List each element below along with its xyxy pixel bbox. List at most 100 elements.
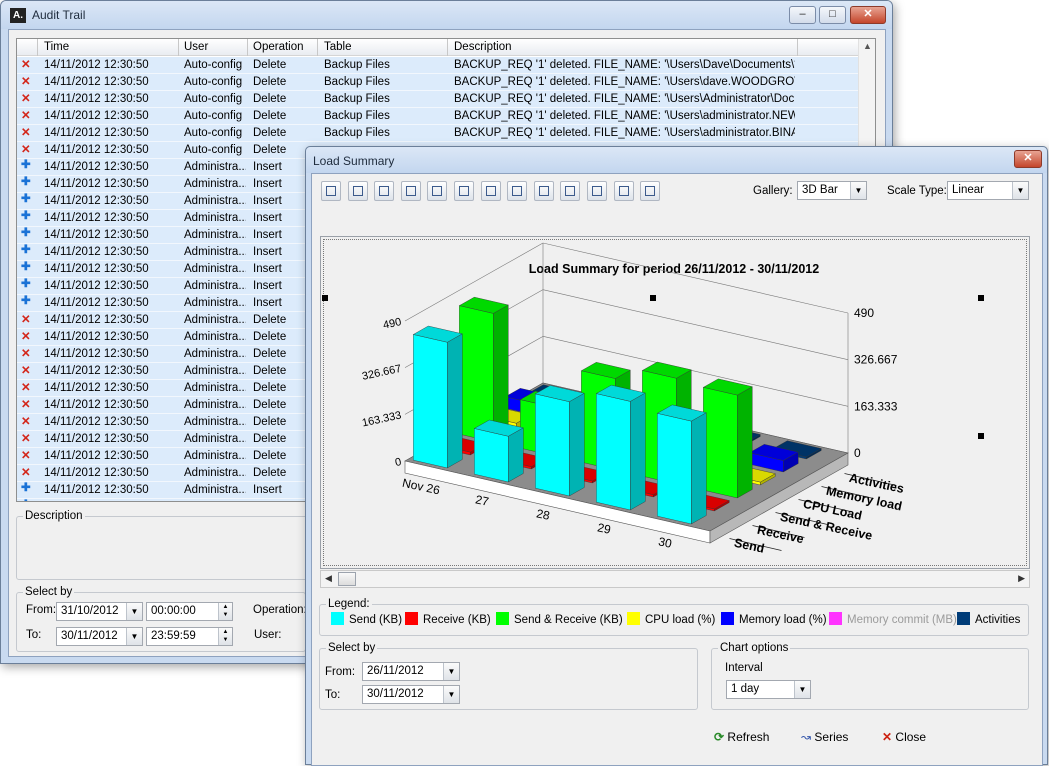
cell-table: Backup Files — [324, 110, 390, 122]
close-button[interactable]: ✕ Close — [882, 730, 926, 744]
chevron-down-icon[interactable]: ▼ — [443, 686, 459, 703]
cell-time: 14/11/2012 12:30:50 — [44, 382, 149, 394]
line-chart-icon: ↝ — [801, 730, 812, 744]
axis-icon[interactable] — [533, 181, 554, 201]
column-header-time[interactable]: Time — [44, 41, 69, 53]
load-to-date-picker[interactable]: 30/11/2012 ▼ — [362, 685, 460, 704]
glasses-icon[interactable] — [374, 181, 395, 201]
column-header-operation[interactable]: Operation — [253, 41, 304, 53]
close-label: Close — [895, 730, 927, 744]
interval-label: Interval — [725, 662, 763, 674]
insert-plus-icon: ✚ — [21, 227, 31, 239]
operation-label: Operation: — [253, 604, 307, 616]
chevron-down-icon[interactable]: ▼ — [443, 663, 459, 680]
table-row[interactable]: ✕ 14/11/2012 12:30:50 Auto-config Delete Bac… — [17, 91, 859, 108]
legend-text: Activities — [975, 614, 1021, 626]
cell-description: BACKUP_REQ '1' deleted. FILE_NAME: '\Use… — [454, 59, 795, 71]
audit-to-date-value: 30/11/2012 — [61, 630, 118, 642]
table-row[interactable]: ✕ 14/11/2012 12:30:50 Auto-config Delete Bac… — [17, 74, 859, 91]
maximize-button[interactable]: □ — [819, 6, 846, 24]
audit-to-time-input[interactable]: 23:59:59 ▲ ▼ — [146, 627, 233, 646]
cell-user: Auto-config — [184, 144, 243, 156]
legend-item[interactable]: Receive (KB) — [405, 612, 491, 626]
table-row[interactable]: ✕ 14/11/2012 12:30:50 Auto-config Delete Bac… — [17, 108, 859, 125]
series-button[interactable]: ↝ Series — [801, 730, 848, 744]
legend-item[interactable]: Send (KB) — [331, 612, 402, 626]
load-from-date-picker[interactable]: 26/11/2012 ▼ — [362, 662, 460, 681]
scroll-thumb[interactable] — [338, 572, 356, 586]
table-row[interactable]: ✕ 14/11/2012 12:30:50 Auto-config Delete Bac… — [17, 125, 859, 142]
close-window-button[interactable]: ✕ — [850, 6, 886, 24]
line-chart-icon[interactable] — [613, 181, 634, 201]
legend-item[interactable]: Send & Receive (KB) — [496, 612, 623, 626]
audit-titlebar[interactable]: A. Audit Trail – □ ✕ — [1, 1, 892, 29]
insert-plus-icon: ✚ — [21, 278, 31, 290]
scroll-left-icon[interactable]: ◀ — [325, 573, 332, 584]
bar-send-0 — [412, 325, 463, 469]
interval-select[interactable]: 1 day ▼ — [726, 680, 811, 699]
cell-user: Administra... — [184, 433, 246, 445]
load-from-date-value: 26/11/2012 — [367, 665, 424, 677]
chevron-down-icon[interactable]: ▼ — [850, 182, 866, 199]
properties-icon[interactable] — [640, 181, 661, 201]
insert-plus-icon: ✚ — [21, 210, 31, 222]
column-header-user[interactable]: User — [184, 41, 208, 53]
legend-item[interactable]: Activities — [957, 612, 1020, 626]
scroll-right-icon[interactable]: ▶ — [1018, 573, 1025, 584]
refresh-icon: ⟳ — [714, 730, 725, 744]
vertical-grid-icon[interactable] — [480, 181, 501, 201]
delete-x-icon: ✕ — [21, 110, 31, 122]
y-tick-label: 0 — [394, 456, 402, 469]
insert-plus-icon: ✚ — [21, 193, 31, 205]
cell-time: 14/11/2012 12:30:50 — [44, 229, 149, 241]
spinner-icon[interactable]: ▲ ▼ — [218, 628, 232, 645]
chevron-down-icon[interactable]: ▼ — [126, 603, 142, 620]
delete-x-icon: ✕ — [21, 93, 31, 105]
bar-send-receive-0 — [458, 296, 509, 443]
audit-to-date-picker[interactable]: 30/11/2012 ▼ — [56, 627, 143, 646]
cell-user: Administra... — [184, 331, 246, 343]
scale-type-select[interactable]: Linear ▼ — [947, 181, 1029, 200]
cell-table: Backup Files — [324, 76, 390, 88]
zoom-icon[interactable] — [400, 181, 421, 201]
y-tick-label-right: 490 — [854, 306, 874, 320]
print-icon[interactable] — [347, 181, 368, 201]
chart-area[interactable]: Load Summary for period 26/11/2012 - 30/… — [320, 236, 1030, 569]
legend-item[interactable]: Memory commit (MB) — [829, 612, 957, 626]
audit-to-time-value: 23:59:59 — [151, 630, 196, 642]
chevron-down-icon[interactable]: ▼ — [126, 628, 142, 645]
bar-chart-icon[interactable] — [587, 181, 607, 201]
horizontal-grid-icon[interactable] — [454, 181, 474, 201]
chart-horizontal-scrollbar[interactable]: ◀ ▶ — [320, 570, 1030, 588]
zoom-out-icon[interactable] — [427, 181, 448, 201]
copy-data-icon[interactable] — [321, 181, 341, 201]
chevron-down-icon[interactable]: ▼ — [1012, 182, 1028, 199]
legend-item[interactable]: CPU load (%) — [627, 612, 715, 626]
color-icon[interactable] — [560, 181, 581, 201]
delete-x-icon: ✕ — [21, 331, 31, 343]
column-header-table[interactable]: Table — [324, 41, 352, 53]
cell-user: Administra... — [184, 416, 246, 428]
load-titlebar[interactable]: Load Summary ✕ — [306, 147, 1047, 173]
table-row[interactable]: ✕ 14/11/2012 12:30:50 Auto-config Delete Bac… — [17, 57, 859, 74]
audit-from-date-picker[interactable]: 31/10/2012 ▼ — [56, 602, 143, 621]
spinner-icon[interactable]: ▲ ▼ — [218, 603, 232, 620]
cell-user: Administra... — [184, 263, 246, 275]
legend-item[interactable]: Memory load (%) — [721, 612, 827, 626]
column-header-description[interactable]: Description — [454, 41, 512, 53]
cell-time: 14/11/2012 12:30:50 — [44, 93, 149, 105]
legend-swatch — [405, 612, 418, 625]
load-close-window-button[interactable]: ✕ — [1014, 150, 1042, 168]
chevron-down-icon[interactable]: ▼ — [794, 681, 810, 698]
scroll-up-icon[interactable]: ▲ — [863, 41, 872, 51]
cell-user: Administra... — [184, 382, 246, 394]
audit-from-time-input[interactable]: 00:00:00 ▲ ▼ — [146, 602, 233, 621]
minimize-button[interactable]: – — [789, 6, 816, 24]
chart-title: Load Summary for period 26/11/2012 - 30/… — [529, 262, 819, 276]
refresh-button[interactable]: ⟳ Refresh — [714, 730, 769, 744]
cell-time: 14/11/2012 12:30:50 — [44, 127, 149, 139]
value-labels-icon[interactable] — [507, 181, 528, 201]
gallery-select[interactable]: 3D Bar ▼ — [797, 181, 867, 200]
category-label: 27 — [474, 492, 490, 509]
cell-time: 14/11/2012 12:30:50 — [44, 76, 149, 88]
